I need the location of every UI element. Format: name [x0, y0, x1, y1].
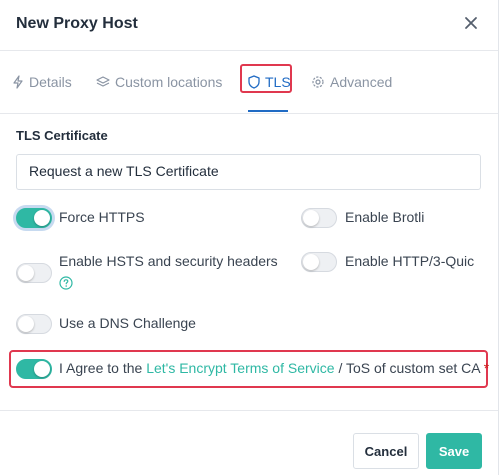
tab-label: Custom locations	[115, 74, 223, 90]
tab-label: Details	[29, 74, 72, 90]
shield-icon	[248, 75, 260, 89]
dns-challenge-toggle[interactable]	[16, 314, 52, 334]
active-tab-indicator	[248, 110, 288, 112]
dns-challenge-label: Use a DNS Challenge	[59, 315, 196, 331]
tab-tls[interactable]: TLS	[248, 71, 291, 93]
cancel-button[interactable]: Cancel	[353, 433, 419, 469]
tab-custom-locations[interactable]: Custom locations	[96, 71, 222, 93]
save-button[interactable]: Save	[426, 433, 482, 469]
tab-label: Advanced	[330, 74, 393, 90]
enable-brotli-label: Enable Brotli	[345, 209, 425, 225]
agree-prefix: I Agree to the	[59, 360, 143, 376]
http3-label: Enable HTTP/3-Quic	[345, 253, 475, 269]
enable-brotli-toggle[interactable]	[301, 208, 337, 228]
hsts-toggle[interactable]	[16, 263, 52, 283]
hsts-label: Enable HSTS and security headers	[59, 253, 278, 269]
tls-certificate-label: TLS Certificate	[16, 128, 108, 143]
certificate-select[interactable]: Request a new TLS Certificate	[16, 154, 481, 190]
required-mark: *	[483, 360, 490, 376]
agree-tos-label: I Agree to the Let's Encrypt Terms of Se…	[59, 360, 489, 376]
modal-header: New Proxy Host	[0, 0, 498, 51]
letsencrypt-tos-link[interactable]: Let's Encrypt Terms of Service	[146, 360, 334, 376]
http3-toggle[interactable]	[301, 252, 337, 272]
modal-footer	[0, 410, 498, 476]
close-icon[interactable]	[461, 13, 481, 33]
force-https-label: Force HTTPS	[59, 209, 145, 225]
modal-title: New Proxy Host	[16, 15, 138, 32]
agree-tos-toggle[interactable]	[16, 359, 52, 379]
force-https-toggle[interactable]	[16, 208, 52, 228]
layers-icon	[96, 75, 110, 89]
agree-suffix: / ToS of custom set CA	[338, 360, 480, 376]
tab-advanced[interactable]: Advanced	[311, 71, 392, 93]
tab-details[interactable]: Details	[12, 71, 72, 93]
gear-icon	[311, 75, 325, 89]
tab-bar: Details Custom locations TLS Advanced	[0, 51, 498, 114]
bolt-icon	[12, 75, 24, 89]
tab-label: TLS	[265, 74, 291, 90]
proxy-host-modal: New Proxy Host Details Custom locations …	[0, 0, 499, 475]
help-icon[interactable]	[59, 276, 73, 290]
